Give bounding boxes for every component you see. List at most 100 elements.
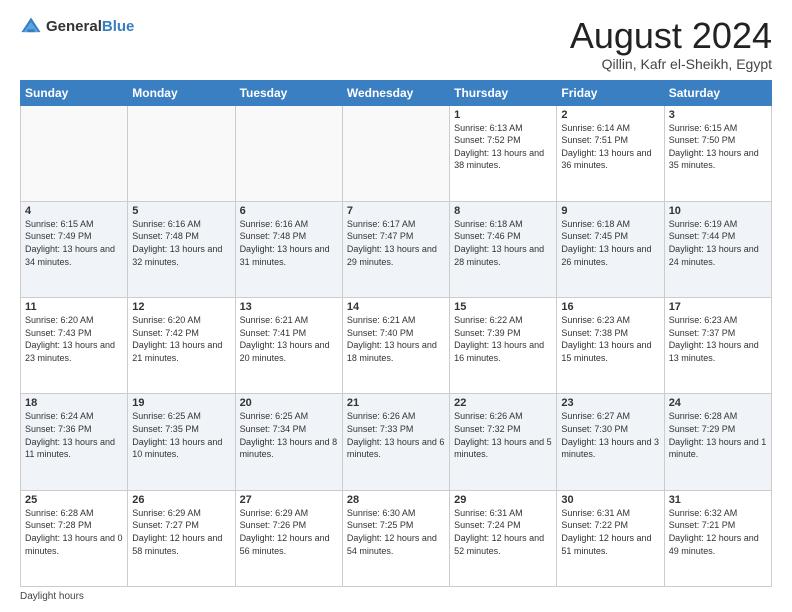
- calendar-cell: 7Sunrise: 6:17 AMSunset: 7:47 PMDaylight…: [342, 201, 449, 297]
- calendar-cell: 20Sunrise: 6:25 AMSunset: 7:34 PMDayligh…: [235, 394, 342, 490]
- calendar-cell: 16Sunrise: 6:23 AMSunset: 7:38 PMDayligh…: [557, 298, 664, 394]
- calendar-cell: 2Sunrise: 6:14 AMSunset: 7:51 PMDaylight…: [557, 105, 664, 201]
- day-number: 7: [347, 205, 445, 217]
- day-number: 12: [132, 301, 230, 313]
- header: GeneralBlue August 2024 Qillin, Kafr el-…: [20, 16, 772, 72]
- day-number: 3: [669, 109, 767, 121]
- day-number: 4: [25, 205, 123, 217]
- title-block: August 2024 Qillin, Kafr el-Sheikh, Egyp…: [570, 16, 772, 72]
- day-number: 25: [25, 494, 123, 506]
- calendar-cell: 21Sunrise: 6:26 AMSunset: 7:33 PMDayligh…: [342, 394, 449, 490]
- day-info: Sunrise: 6:23 AMSunset: 7:37 PMDaylight:…: [669, 314, 767, 364]
- calendar-cell: 13Sunrise: 6:21 AMSunset: 7:41 PMDayligh…: [235, 298, 342, 394]
- calendar-cell: 22Sunrise: 6:26 AMSunset: 7:32 PMDayligh…: [450, 394, 557, 490]
- day-info: Sunrise: 6:29 AMSunset: 7:26 PMDaylight:…: [240, 507, 338, 557]
- calendar-cell: 8Sunrise: 6:18 AMSunset: 7:46 PMDaylight…: [450, 201, 557, 297]
- calendar-header-row: SundayMondayTuesdayWednesdayThursdayFrid…: [21, 80, 772, 105]
- day-info: Sunrise: 6:28 AMSunset: 7:29 PMDaylight:…: [669, 410, 767, 460]
- calendar-cell: 9Sunrise: 6:18 AMSunset: 7:45 PMDaylight…: [557, 201, 664, 297]
- day-number: 8: [454, 205, 552, 217]
- calendar-cell: 29Sunrise: 6:31 AMSunset: 7:24 PMDayligh…: [450, 490, 557, 586]
- day-info: Sunrise: 6:13 AMSunset: 7:52 PMDaylight:…: [454, 122, 552, 172]
- day-info: Sunrise: 6:18 AMSunset: 7:45 PMDaylight:…: [561, 218, 659, 268]
- calendar-week-1: 1Sunrise: 6:13 AMSunset: 7:52 PMDaylight…: [21, 105, 772, 201]
- day-info: Sunrise: 6:24 AMSunset: 7:36 PMDaylight:…: [25, 410, 123, 460]
- calendar-cell: [235, 105, 342, 201]
- calendar-cell: 18Sunrise: 6:24 AMSunset: 7:36 PMDayligh…: [21, 394, 128, 490]
- calendar-cell: 30Sunrise: 6:31 AMSunset: 7:22 PMDayligh…: [557, 490, 664, 586]
- calendar-header-thursday: Thursday: [450, 80, 557, 105]
- calendar-cell: 17Sunrise: 6:23 AMSunset: 7:37 PMDayligh…: [664, 298, 771, 394]
- day-info: Sunrise: 6:17 AMSunset: 7:47 PMDaylight:…: [347, 218, 445, 268]
- day-info: Sunrise: 6:21 AMSunset: 7:41 PMDaylight:…: [240, 314, 338, 364]
- calendar-week-4: 18Sunrise: 6:24 AMSunset: 7:36 PMDayligh…: [21, 394, 772, 490]
- day-info: Sunrise: 6:19 AMSunset: 7:44 PMDaylight:…: [669, 218, 767, 268]
- footer: Daylight hours: [20, 591, 772, 602]
- calendar-header-saturday: Saturday: [664, 80, 771, 105]
- day-info: Sunrise: 6:16 AMSunset: 7:48 PMDaylight:…: [132, 218, 230, 268]
- calendar-cell: 10Sunrise: 6:19 AMSunset: 7:44 PMDayligh…: [664, 201, 771, 297]
- day-info: Sunrise: 6:16 AMSunset: 7:48 PMDaylight:…: [240, 218, 338, 268]
- logo-blue: Blue: [102, 18, 135, 35]
- calendar-cell: 1Sunrise: 6:13 AMSunset: 7:52 PMDaylight…: [450, 105, 557, 201]
- day-number: 11: [25, 301, 123, 313]
- day-number: 2: [561, 109, 659, 121]
- day-info: Sunrise: 6:20 AMSunset: 7:42 PMDaylight:…: [132, 314, 230, 364]
- calendar-cell: 27Sunrise: 6:29 AMSunset: 7:26 PMDayligh…: [235, 490, 342, 586]
- calendar-cell: 31Sunrise: 6:32 AMSunset: 7:21 PMDayligh…: [664, 490, 771, 586]
- logo-general: General: [46, 18, 102, 35]
- calendar-cell: 19Sunrise: 6:25 AMSunset: 7:35 PMDayligh…: [128, 394, 235, 490]
- calendar-cell: 25Sunrise: 6:28 AMSunset: 7:28 PMDayligh…: [21, 490, 128, 586]
- day-number: 29: [454, 494, 552, 506]
- calendar-header-tuesday: Tuesday: [235, 80, 342, 105]
- day-info: Sunrise: 6:31 AMSunset: 7:24 PMDaylight:…: [454, 507, 552, 557]
- calendar-cell: [21, 105, 128, 201]
- calendar-cell: 4Sunrise: 6:15 AMSunset: 7:49 PMDaylight…: [21, 201, 128, 297]
- calendar-title: August 2024: [570, 16, 772, 56]
- day-info: Sunrise: 6:31 AMSunset: 7:22 PMDaylight:…: [561, 507, 659, 557]
- day-info: Sunrise: 6:15 AMSunset: 7:49 PMDaylight:…: [25, 218, 123, 268]
- calendar-cell: 26Sunrise: 6:29 AMSunset: 7:27 PMDayligh…: [128, 490, 235, 586]
- calendar-week-3: 11Sunrise: 6:20 AMSunset: 7:43 PMDayligh…: [21, 298, 772, 394]
- calendar-cell: 14Sunrise: 6:21 AMSunset: 7:40 PMDayligh…: [342, 298, 449, 394]
- calendar-cell: 12Sunrise: 6:20 AMSunset: 7:42 PMDayligh…: [128, 298, 235, 394]
- day-number: 28: [347, 494, 445, 506]
- day-number: 6: [240, 205, 338, 217]
- day-info: Sunrise: 6:28 AMSunset: 7:28 PMDaylight:…: [25, 507, 123, 557]
- calendar-header-monday: Monday: [128, 80, 235, 105]
- day-number: 20: [240, 397, 338, 409]
- day-number: 17: [669, 301, 767, 313]
- day-info: Sunrise: 6:26 AMSunset: 7:32 PMDaylight:…: [454, 410, 552, 460]
- day-info: Sunrise: 6:23 AMSunset: 7:38 PMDaylight:…: [561, 314, 659, 364]
- day-number: 10: [669, 205, 767, 217]
- day-info: Sunrise: 6:32 AMSunset: 7:21 PMDaylight:…: [669, 507, 767, 557]
- day-number: 14: [347, 301, 445, 313]
- day-number: 19: [132, 397, 230, 409]
- page: GeneralBlue August 2024 Qillin, Kafr el-…: [0, 0, 792, 612]
- logo: GeneralBlue: [20, 16, 134, 38]
- calendar-week-5: 25Sunrise: 6:28 AMSunset: 7:28 PMDayligh…: [21, 490, 772, 586]
- day-number: 27: [240, 494, 338, 506]
- day-info: Sunrise: 6:18 AMSunset: 7:46 PMDaylight:…: [454, 218, 552, 268]
- day-info: Sunrise: 6:22 AMSunset: 7:39 PMDaylight:…: [454, 314, 552, 364]
- day-number: 23: [561, 397, 659, 409]
- calendar-header-friday: Friday: [557, 80, 664, 105]
- day-info: Sunrise: 6:27 AMSunset: 7:30 PMDaylight:…: [561, 410, 659, 460]
- calendar-header-sunday: Sunday: [21, 80, 128, 105]
- day-number: 24: [669, 397, 767, 409]
- logo-icon: [20, 16, 42, 38]
- day-number: 22: [454, 397, 552, 409]
- calendar-cell: 28Sunrise: 6:30 AMSunset: 7:25 PMDayligh…: [342, 490, 449, 586]
- day-number: 1: [454, 109, 552, 121]
- calendar-cell: 5Sunrise: 6:16 AMSunset: 7:48 PMDaylight…: [128, 201, 235, 297]
- day-number: 9: [561, 205, 659, 217]
- day-info: Sunrise: 6:25 AMSunset: 7:35 PMDaylight:…: [132, 410, 230, 460]
- day-number: 15: [454, 301, 552, 313]
- calendar-header-wednesday: Wednesday: [342, 80, 449, 105]
- day-number: 18: [25, 397, 123, 409]
- daylight-label: Daylight hours: [20, 591, 84, 602]
- calendar-cell: [342, 105, 449, 201]
- day-info: Sunrise: 6:15 AMSunset: 7:50 PMDaylight:…: [669, 122, 767, 172]
- day-info: Sunrise: 6:21 AMSunset: 7:40 PMDaylight:…: [347, 314, 445, 364]
- day-info: Sunrise: 6:26 AMSunset: 7:33 PMDaylight:…: [347, 410, 445, 460]
